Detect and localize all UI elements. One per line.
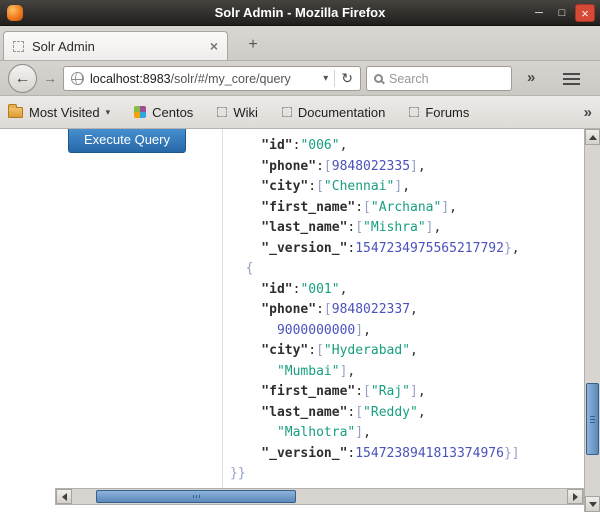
url-host: localhost:8983 xyxy=(90,72,171,86)
json-line: }} xyxy=(230,464,584,485)
bookmarks-bar: Most Visited ▾ Centos Wiki Documentation Foru… xyxy=(0,96,600,129)
page-favicon-icon xyxy=(13,41,24,52)
scroll-left-button[interactable] xyxy=(56,489,72,504)
centos-icon xyxy=(134,106,146,118)
hamburger-icon xyxy=(563,78,580,80)
firefox-icon xyxy=(7,5,23,21)
url-path: /solr/#/my_core/query xyxy=(171,72,291,86)
chevron-down-icon: ▾ xyxy=(106,107,111,118)
json-line: "first_name":["Archana"], xyxy=(230,198,584,219)
url-bar[interactable]: localhost:8983/solr/#/my_core/query ▾ ↻ xyxy=(63,66,361,91)
json-line: "phone":[9848022337, xyxy=(230,300,584,321)
bookmark-item-wiki[interactable]: Wiki xyxy=(217,105,258,120)
json-line: "city":["Hyderabad", xyxy=(230,341,584,362)
horizontal-scrollbar-thumb[interactable] xyxy=(96,490,296,503)
close-button[interactable]: × xyxy=(575,4,595,22)
window-controls: ─ □ × xyxy=(529,4,595,22)
vertical-scrollbar-thumb[interactable] xyxy=(586,383,599,455)
json-line: "phone":[9848022335], xyxy=(230,157,584,178)
scroll-right-button[interactable] xyxy=(567,489,583,504)
bookmark-item-centos[interactable]: Centos xyxy=(134,105,193,120)
arrow-up-icon xyxy=(589,135,597,140)
json-line: "_version_":1547238941813374976}] xyxy=(230,444,584,465)
url-dropdown-icon[interactable]: ▾ xyxy=(323,73,328,84)
arrow-right-icon xyxy=(573,493,578,501)
page-icon xyxy=(282,107,292,117)
json-line: "Malhotra"], xyxy=(230,423,584,444)
arrow-left-icon xyxy=(62,493,67,501)
tab-title: Solr Admin xyxy=(32,39,202,54)
json-line: { xyxy=(230,259,584,280)
bookmark-item-documentation[interactable]: Documentation xyxy=(282,105,385,120)
page-icon xyxy=(217,107,227,117)
window-title: Solr Admin - Mozilla Firefox xyxy=(0,5,600,20)
json-line: "last_name":["Reddy", xyxy=(230,403,584,424)
vertical-scrollbar[interactable] xyxy=(584,129,600,512)
tab-solr-admin[interactable]: Solr Admin × xyxy=(3,31,228,60)
bookmarks-items: Most Visited ▾ Centos Wiki Documentation Foru… xyxy=(8,105,469,120)
arrow-down-icon xyxy=(589,502,597,507)
menu-button[interactable] xyxy=(558,69,584,88)
scroll-up-button[interactable] xyxy=(585,129,600,145)
scroll-down-button[interactable] xyxy=(585,496,600,512)
json-line: "id":"001", xyxy=(230,280,584,301)
json-line: "id":"006", xyxy=(230,136,584,157)
minimize-button[interactable]: ─ xyxy=(529,4,549,22)
page-icon xyxy=(409,107,419,117)
json-line: "last_name":["Mishra"], xyxy=(230,218,584,239)
bookmark-item-most-visited[interactable]: Most Visited ▾ xyxy=(8,105,110,120)
json-line: "first_name":["Raj"], xyxy=(230,382,584,403)
horizontal-scrollbar[interactable] xyxy=(55,488,584,505)
navigation-bar: ← → localhost:8983/solr/#/my_core/query … xyxy=(0,61,600,96)
folder-icon xyxy=(8,107,23,118)
bookmark-label: Forums xyxy=(425,105,469,120)
tab-bar: Solr Admin × + xyxy=(0,26,600,61)
json-line: "city":["Chennai"], xyxy=(230,177,584,198)
forward-button[interactable]: → xyxy=(41,69,59,87)
query-results-json: "id":"006","phone":[9848022335],"city":[… xyxy=(223,129,584,495)
page-content: Execute Query "id":"006","phone":[984802… xyxy=(0,129,600,512)
bookmark-label: Documentation xyxy=(298,105,385,120)
search-bar[interactable] xyxy=(366,66,512,91)
bookmark-label: Centos xyxy=(152,105,193,120)
reload-icon[interactable]: ↻ xyxy=(334,70,353,87)
back-button[interactable]: ← xyxy=(8,64,37,93)
json-line: 9000000000], xyxy=(230,321,584,342)
bookmark-item-forums[interactable]: Forums xyxy=(409,105,469,120)
new-tab-button[interactable]: + xyxy=(240,33,266,57)
bookmark-label: Most Visited xyxy=(29,105,100,120)
json-line: "Mumbai"], xyxy=(230,362,584,383)
bookmark-label: Wiki xyxy=(233,105,258,120)
url-text: localhost:8983/solr/#/my_core/query xyxy=(90,72,317,86)
tab-close-icon[interactable]: × xyxy=(210,38,218,54)
site-identity-globe-icon[interactable] xyxy=(71,72,84,85)
maximize-button[interactable]: □ xyxy=(552,4,572,22)
json-line: "_version_":1547234975565217792}, xyxy=(230,239,584,260)
search-icon xyxy=(374,74,383,83)
execute-query-button[interactable]: Execute Query xyxy=(68,129,186,153)
titlebar: Solr Admin - Mozilla Firefox ─ □ × xyxy=(0,0,600,26)
search-input[interactable] xyxy=(389,72,504,86)
toolbar-overflow-button[interactable]: » xyxy=(527,69,535,86)
bookmarks-overflow-button[interactable]: » xyxy=(584,104,592,121)
browser-window: Solr Admin - Mozilla Firefox ─ □ × Solr … xyxy=(0,0,600,512)
